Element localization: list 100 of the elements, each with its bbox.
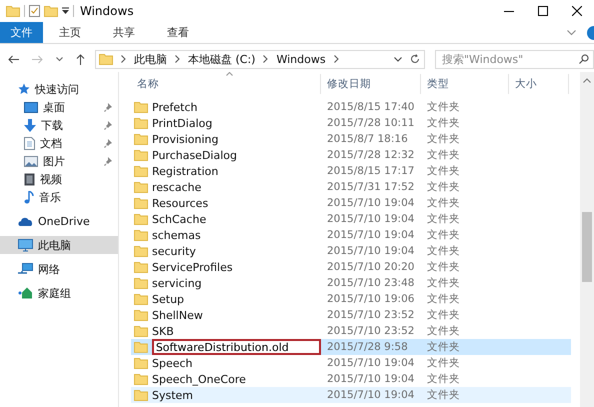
chevron-right-icon[interactable] bbox=[263, 55, 268, 63]
date-cell: 2015/7/10 19:04 bbox=[327, 229, 414, 241]
breadcrumb[interactable]: 此电脑 bbox=[134, 52, 167, 66]
ribbon-tab[interactable]: 主页 bbox=[47, 22, 93, 43]
nav-item[interactable]: 文档 bbox=[0, 134, 118, 152]
column-header[interactable]: 名称 bbox=[131, 74, 321, 94]
nav-item[interactable]: 下载 bbox=[0, 116, 118, 134]
file-name: SKB bbox=[152, 324, 174, 338]
date-cell: 2015/8/7 18:16 bbox=[327, 133, 408, 145]
properties-icon[interactable] bbox=[29, 5, 40, 17]
file-name: ShellNew bbox=[152, 308, 203, 322]
up-arrow-icon[interactable] bbox=[76, 54, 85, 64]
file-row[interactable]: Setup 2015/7/10 19:06 文件夹 bbox=[131, 291, 571, 307]
help-icon[interactable] bbox=[584, 26, 594, 40]
file-row[interactable]: ShellNew 2015/7/10 23:52 文件夹 bbox=[131, 307, 571, 323]
file-row[interactable]: SKB 2015/7/10 23:52 文件夹 bbox=[131, 323, 571, 339]
file-row[interactable]: servicing 2015/7/10 23:48 文件夹 bbox=[131, 275, 571, 291]
network-icon bbox=[18, 263, 33, 275]
file-row[interactable]: Prefetch 2015/8/15 17:40 文件夹 bbox=[131, 99, 571, 115]
column-header[interactable]: 大小 bbox=[509, 74, 569, 94]
date-cell: 2015/7/10 19:06 bbox=[327, 293, 414, 305]
pin-icon[interactable] bbox=[104, 102, 112, 112]
nav-item[interactable]: OneDrive bbox=[0, 212, 118, 230]
file-row[interactable]: PurchaseDialog 2015/7/28 12:32 文件夹 bbox=[131, 147, 571, 163]
refresh-icon[interactable] bbox=[410, 54, 420, 64]
file-row[interactable]: Speech_OneCore 2015/7/10 19:04 文件夹 bbox=[131, 371, 571, 387]
file-name: Registration bbox=[152, 164, 218, 178]
nav-item[interactable]: 家庭组 bbox=[0, 284, 118, 302]
rename-field[interactable]: SoftwareDistribution.old bbox=[152, 339, 321, 355]
file-row[interactable]: schemas 2015/7/10 19:04 文件夹 bbox=[131, 227, 571, 243]
type-cell: 文件夹 bbox=[427, 228, 460, 242]
file-row[interactable]: SchCache 2015/7/10 19:04 文件夹 bbox=[131, 211, 571, 227]
scrollbar-thumb[interactable] bbox=[582, 212, 592, 282]
file-name: Setup bbox=[152, 292, 184, 306]
nav-item[interactable]: 桌面 bbox=[0, 98, 118, 116]
chevron-right-icon[interactable] bbox=[175, 55, 180, 63]
type-cell: 文件夹 bbox=[427, 308, 460, 322]
folder-icon bbox=[134, 309, 148, 321]
nav-item[interactable]: 音乐 bbox=[0, 188, 118, 206]
date-cell: 2015/7/10 19:04 bbox=[327, 245, 414, 257]
chevron-down-icon[interactable] bbox=[56, 56, 63, 62]
file-row[interactable]: System 2015/7/10 19:04 文件夹 bbox=[131, 387, 571, 403]
folder-icon bbox=[134, 149, 148, 161]
file-row[interactable]: Registration 2015/8/15 17:17 文件夹 bbox=[131, 163, 571, 179]
type-cell: 文件夹 bbox=[427, 212, 460, 226]
star-icon bbox=[18, 83, 30, 95]
dropdown-icon[interactable] bbox=[62, 7, 69, 15]
date-cell: 2015/7/10 23:48 bbox=[327, 277, 414, 289]
type-cell: 文件夹 bbox=[427, 196, 460, 210]
scroll-up-icon[interactable] bbox=[583, 78, 591, 83]
scrollbar[interactable] bbox=[580, 72, 594, 407]
type-cell: 文件夹 bbox=[427, 292, 460, 306]
type-cell: 文件夹 bbox=[427, 244, 460, 258]
ribbon-tab[interactable]: 查看 bbox=[155, 22, 201, 43]
pin-icon[interactable] bbox=[104, 120, 112, 130]
chevron-right-icon[interactable] bbox=[334, 55, 339, 63]
folder-icon bbox=[134, 357, 148, 369]
type-cell: 文件夹 bbox=[427, 180, 460, 194]
folder-icon bbox=[6, 5, 20, 17]
chevron-right-icon[interactable] bbox=[121, 55, 126, 63]
file-row[interactable]: rescache 2015/7/31 17:52 文件夹 bbox=[131, 179, 571, 195]
chevron-down-icon[interactable] bbox=[394, 56, 402, 62]
folder-icon bbox=[99, 53, 113, 65]
file-name: servicing bbox=[152, 276, 202, 290]
address-bar[interactable]: 此电脑 本地磁盘 (C:) Windows bbox=[95, 50, 425, 68]
down-arrow-icon bbox=[24, 118, 36, 132]
file-row[interactable]: ServiceProfiles 2015/7/10 20:20 文件夹 bbox=[131, 259, 571, 275]
folder-icon bbox=[134, 245, 148, 257]
file-row[interactable]: security 2015/7/10 19:04 文件夹 bbox=[131, 243, 571, 259]
pin-icon[interactable] bbox=[104, 138, 112, 148]
folder-icon bbox=[134, 117, 148, 129]
file-row[interactable]: SoftwareDistribution.old 2015/7/28 9:58 文件夹 bbox=[131, 339, 571, 355]
nav-item[interactable]: 图片 bbox=[0, 152, 118, 170]
search-field[interactable]: 搜索"Windows" bbox=[435, 50, 594, 68]
column-header[interactable]: 类型 bbox=[421, 74, 509, 94]
pin-icon[interactable] bbox=[104, 156, 112, 166]
folder-icon bbox=[134, 197, 148, 209]
date-cell: 2015/7/10 19:04 bbox=[327, 197, 414, 209]
film-icon bbox=[24, 172, 35, 186]
maximize-icon bbox=[538, 6, 548, 16]
ribbon-tab[interactable]: 共享 bbox=[101, 22, 147, 43]
column-header[interactable]: 修改日期 bbox=[321, 74, 421, 94]
file-row[interactable]: Resources 2015/7/10 19:04 文件夹 bbox=[131, 195, 571, 211]
date-cell: 2015/8/15 17:40 bbox=[327, 101, 414, 113]
file-name: Resources bbox=[152, 196, 208, 210]
file-tab[interactable]: 文件 bbox=[0, 22, 43, 43]
nav-item[interactable]: 网络 bbox=[0, 260, 118, 278]
folder-icon bbox=[134, 261, 148, 273]
back-arrow-icon[interactable] bbox=[8, 54, 19, 64]
nav-item[interactable]: 此电脑 bbox=[0, 236, 118, 254]
file-row[interactable]: Provisioning 2015/8/7 18:16 文件夹 bbox=[131, 131, 571, 147]
folder-icon bbox=[134, 181, 148, 193]
breadcrumb[interactable]: Windows bbox=[276, 52, 326, 66]
nav-item[interactable]: 视频 bbox=[0, 170, 118, 188]
breadcrumb[interactable]: 本地磁盘 (C:) bbox=[188, 52, 256, 66]
file-row[interactable]: Speech 2015/7/10 19:04 文件夹 bbox=[131, 355, 571, 371]
type-cell: 文件夹 bbox=[427, 356, 460, 370]
file-row[interactable]: PrintDialog 2015/7/28 10:11 文件夹 bbox=[131, 115, 571, 131]
folder-icon bbox=[134, 277, 148, 289]
nav-item[interactable]: 快速访问 bbox=[0, 80, 118, 98]
